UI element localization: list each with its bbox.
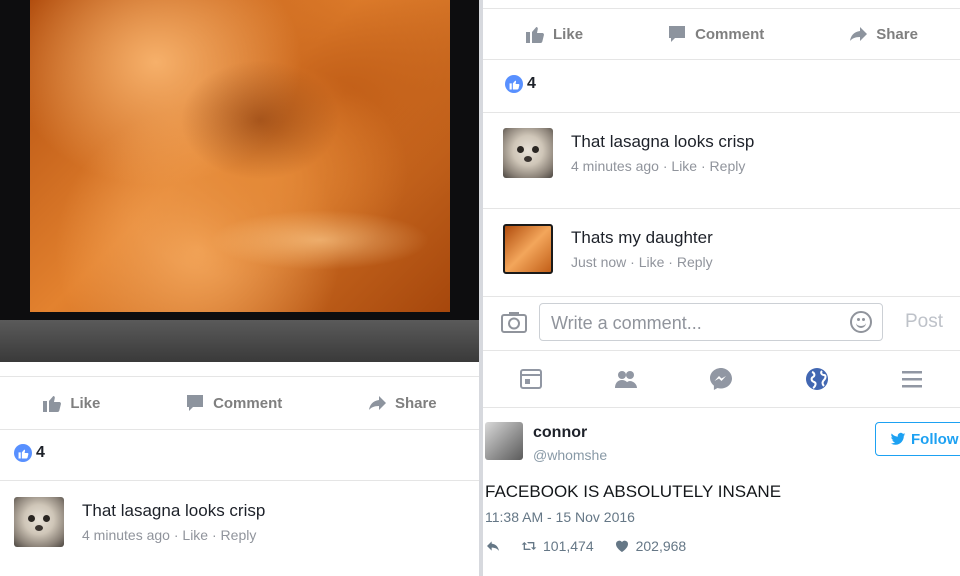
tweet-like-count: 202,968 — [635, 538, 687, 554]
comment-like-link[interactable]: Like — [182, 527, 208, 543]
divider — [0, 480, 479, 481]
retweet-button[interactable]: 101,474 — [521, 538, 594, 554]
comment-icon — [669, 26, 686, 42]
avatar[interactable] — [503, 224, 553, 274]
like-label: Like — [70, 394, 101, 412]
like-count[interactable]: 4 — [505, 75, 536, 93]
comment-meta: 4 minutes ago · Like · Reply — [82, 527, 257, 543]
comment-time: Just now — [571, 254, 627, 270]
share-label: Share — [394, 394, 437, 412]
follow-label: Follow — [911, 430, 959, 448]
post-action-bar: Like Comment Share — [0, 376, 479, 430]
comment-meta: 4 minutes ago · Like · Reply — [571, 158, 746, 174]
menu-icon[interactable] — [898, 365, 926, 393]
like-label: Like — [553, 25, 584, 43]
like-heart-button[interactable]: 202,968 — [614, 538, 687, 554]
like-count[interactable]: 4 — [14, 444, 45, 462]
like-button[interactable]: Like — [42, 393, 100, 413]
desk-surface — [0, 320, 479, 362]
reply-button[interactable] — [485, 538, 501, 554]
left-screenshot: Like Comment Share 4 That lasagna looks … — [0, 0, 479, 576]
avatar[interactable] — [503, 128, 553, 178]
thumbs-up-icon — [43, 396, 62, 412]
comment-item: That lasagna looks crisp 4 minutes ago ·… — [503, 128, 960, 188]
feed-icon[interactable] — [517, 365, 545, 393]
heart-icon — [615, 540, 628, 552]
bottom-tab-bar — [483, 350, 960, 408]
thumbs-up-icon — [526, 27, 544, 43]
tweet-timestamp[interactable]: 11:38 AM - 15 Nov 2016 — [485, 509, 635, 525]
comment-input[interactable]: Write a comment... — [539, 303, 883, 341]
like-button[interactable]: Like — [525, 24, 583, 44]
comment-button[interactable]: Comment — [667, 24, 764, 44]
comment-like-link[interactable]: Like — [671, 158, 697, 174]
comment-text: Thats my daughter — [571, 228, 713, 247]
share-button[interactable]: Share — [848, 24, 918, 44]
share-arrow-icon — [850, 27, 868, 41]
post-button[interactable]: Post — [905, 311, 943, 333]
comment-composer: Write a comment... Post — [483, 296, 960, 351]
like-count-value: 4 — [36, 444, 45, 461]
comment-item: Thats my daughter Just now · Like · Repl… — [503, 224, 960, 284]
avatar[interactable] — [14, 497, 64, 547]
friends-icon[interactable] — [612, 365, 640, 393]
comment-icon — [187, 395, 204, 411]
comment-button[interactable]: Comment — [185, 393, 282, 413]
twitter-bird-icon — [890, 432, 906, 445]
ultrasound-photo[interactable] — [0, 0, 479, 362]
like-reaction-icon — [14, 444, 32, 462]
comment-text: That lasagna looks crisp — [82, 501, 266, 520]
post-action-bar: Like Comment Share — [483, 8, 960, 60]
comment-item: That lasagna looks crisp 4 minutes ago ·… — [14, 497, 479, 557]
comment-reply-link[interactable]: Reply — [710, 158, 746, 174]
tweet-text: FACEBOOK IS ABSOLUTELY INSANE — [485, 482, 782, 501]
divider — [483, 208, 960, 209]
comment-input-placeholder: Write a comment... — [551, 313, 702, 333]
tweet-actions: 101,474 202,968 — [485, 538, 686, 554]
share-button[interactable]: Share — [367, 393, 437, 413]
comment-like-link[interactable]: Like — [639, 254, 665, 270]
share-arrow-icon — [368, 396, 386, 410]
tweet-author-handle[interactable]: @whomshe — [533, 447, 607, 463]
comment-time: 4 minutes ago — [82, 527, 170, 543]
globe-icon[interactable] — [803, 365, 831, 393]
camera-icon[interactable] — [501, 311, 527, 333]
ultrasound-highlight — [210, 210, 430, 270]
retweet-icon — [521, 542, 537, 550]
comment-meta: Just now · Like · Reply — [571, 254, 713, 270]
like-reaction-icon — [505, 75, 523, 93]
reply-icon — [487, 541, 499, 551]
share-label: Share — [876, 25, 918, 43]
emoji-icon[interactable] — [850, 311, 872, 333]
comment-reply-link[interactable]: Reply — [221, 527, 257, 543]
ultrasound-shade — [180, 60, 340, 180]
follow-button[interactable]: Follow — [875, 422, 960, 456]
retweet-count: 101,474 — [543, 538, 594, 554]
comment-label: Comment — [213, 394, 283, 412]
tweet-author-name[interactable]: connor — [533, 424, 587, 442]
comment-time: 4 minutes ago — [571, 158, 659, 174]
right-screenshot: Like Comment Share 4 That lasagna looks … — [483, 0, 960, 576]
comment-text: That lasagna looks crisp — [571, 132, 755, 151]
ultrasound-image — [30, 0, 450, 312]
comment-reply-link[interactable]: Reply — [677, 254, 713, 270]
messenger-icon[interactable] — [707, 365, 735, 393]
comment-label: Comment — [695, 25, 765, 43]
tweet-avatar[interactable] — [485, 422, 523, 460]
divider — [483, 112, 960, 113]
like-count-value: 4 — [527, 75, 536, 92]
